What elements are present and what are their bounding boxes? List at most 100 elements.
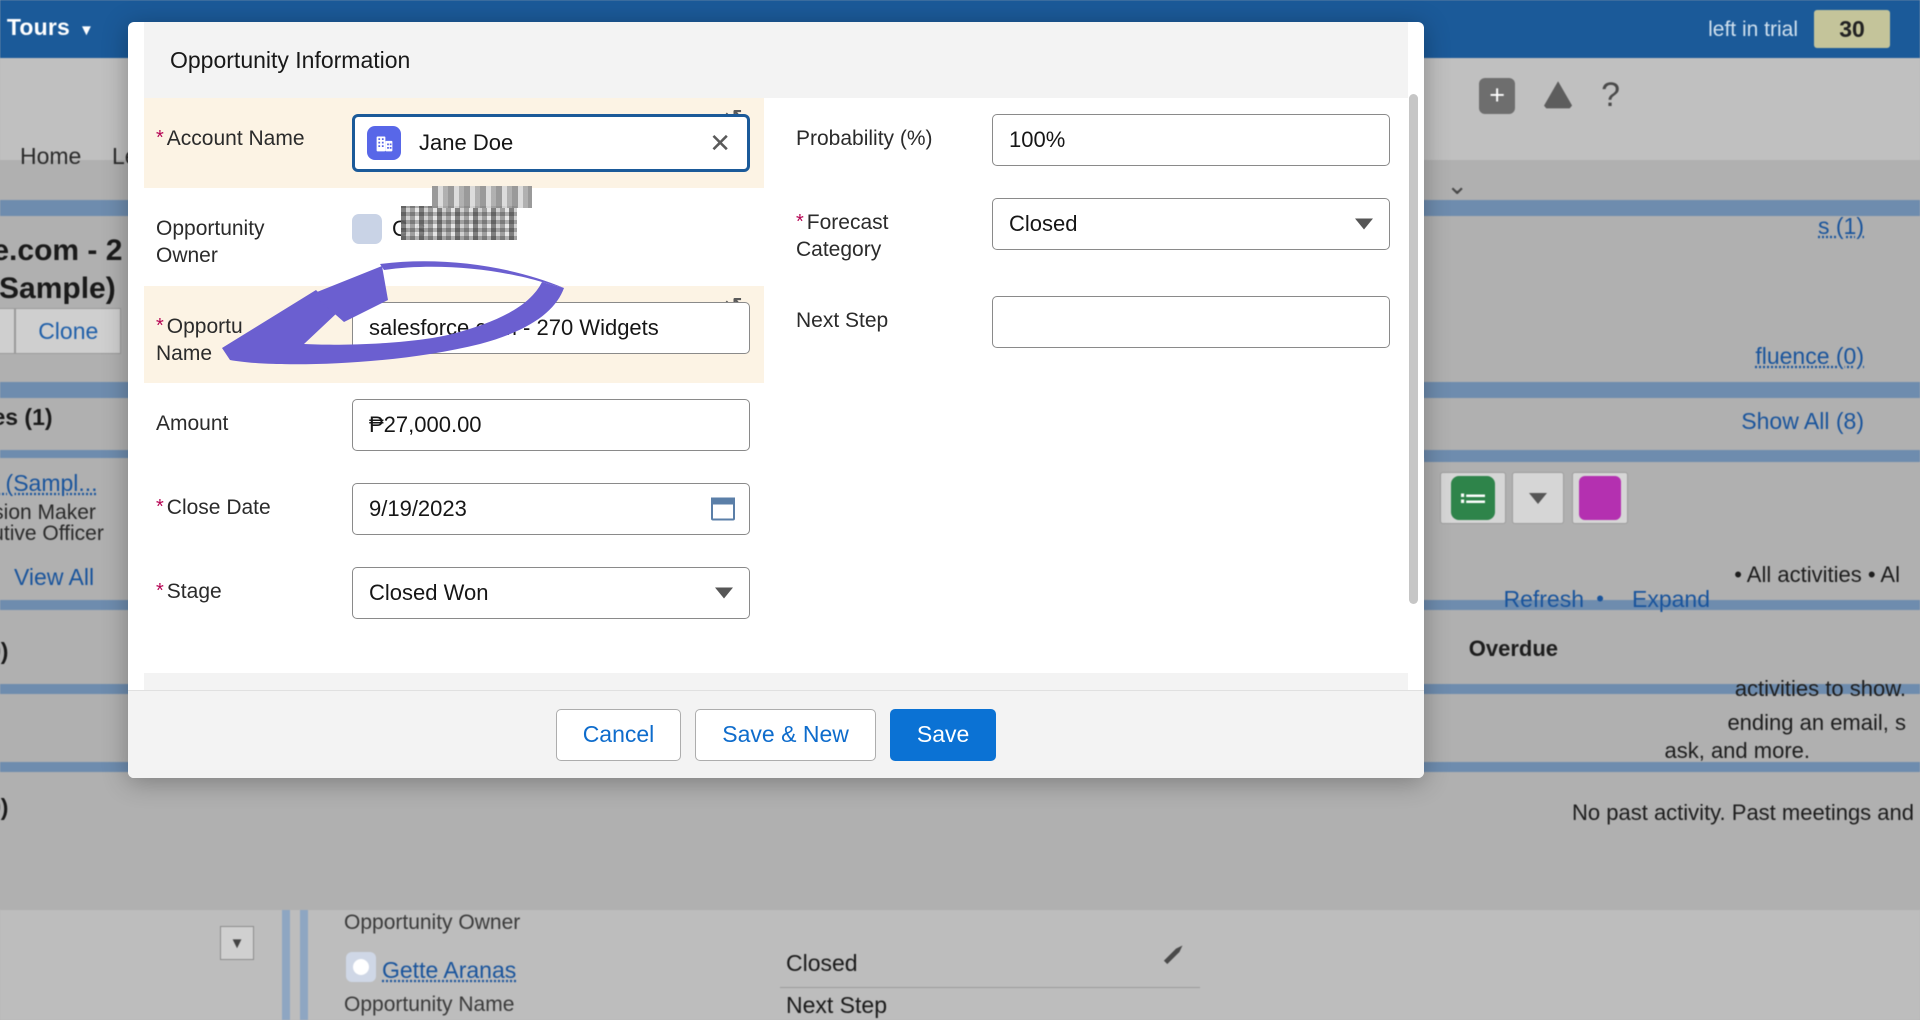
show-all-link[interactable]: Show All (8) [1741, 408, 1864, 435]
field-stage: * Stage Closed Won [144, 551, 764, 635]
calendar-icon[interactable] [711, 497, 735, 521]
form-left-column: ↺ *Account Name [144, 98, 764, 635]
stage-value: Closed Won [369, 580, 489, 606]
activity-filters-text: • All activities • Al [1734, 562, 1900, 587]
amount-value: ₱27,000.00 [369, 412, 482, 438]
probability-value: 100% [1009, 127, 1066, 152]
cancel-button[interactable]: Cancel [555, 708, 682, 761]
opportunity-owner-name[interactable]: G s [392, 186, 532, 242]
refresh-link[interactable]: Refresh [1503, 586, 1584, 613]
column-separator-1 [282, 910, 290, 1020]
related-list-link-2[interactable]: fluence (0) [1755, 343, 1864, 370]
field-probability: Probability (%) 100% [784, 98, 1404, 182]
opportunity-name-value: salesforce.com - 270 Widgets [369, 314, 659, 340]
record-action-buttons: te Clone [0, 308, 122, 354]
chevron-down-icon [715, 587, 733, 599]
task-list-icon [1451, 476, 1495, 520]
required-indicator: * [156, 314, 164, 337]
view-all-link[interactable]: View All [14, 564, 94, 591]
forecast-category-select[interactable]: Closed [992, 198, 1390, 250]
log-call-icon [1579, 476, 1621, 520]
save-button[interactable]: Save [889, 708, 997, 761]
trailhead-icon[interactable] [1542, 81, 1574, 109]
astro-avatar-icon [352, 214, 382, 244]
close-date-value: 9/19/2023 [369, 496, 467, 522]
field-opportunity-owner: Opportunity Owner G s [144, 186, 764, 286]
edit-opportunity-modal: Opportunity Information ↺ *Account Name [128, 22, 1424, 778]
field-close-date: * Close Date 9/19/2023 [144, 467, 764, 551]
next-step-input[interactable] [992, 295, 1390, 348]
opportunity-name-input[interactable]: salesforce.com - 270 Widgets [352, 301, 750, 354]
amount-input[interactable]: ₱27,000.00 [352, 399, 750, 452]
empty-state-line-3: ask, and more. [1664, 738, 1810, 763]
close-icon[interactable]: ✕ [709, 130, 731, 156]
related-list-link-1[interactable]: s (1) [1818, 213, 1864, 240]
astro-avatar-icon [346, 952, 376, 982]
past-activity-text: No past activity. Past meetings and [1572, 800, 1914, 825]
field-label-next-step: Next Step [796, 308, 889, 332]
redaction-overlay [401, 206, 517, 240]
nav-item-home[interactable]: Home [20, 143, 81, 170]
delete-button[interactable]: te [0, 308, 16, 354]
opportunity-owner-value-row: G s [352, 186, 750, 244]
app-name-text: d Tours [0, 14, 71, 40]
section-count-3: 0) [0, 794, 9, 820]
field-account-name: ↺ *Account Name [144, 98, 764, 188]
close-date-input[interactable]: 9/19/2023 [352, 483, 750, 536]
field-label-opportunity-owner: Opportunity Owner [156, 217, 265, 268]
required-indicator: * [156, 580, 164, 603]
activity-panel-divider [1424, 450, 1920, 462]
bottom-owner-label: Opportunity Owner [344, 910, 521, 934]
save-and-new-button[interactable]: Save & New [695, 708, 876, 761]
redaction-overlay-secondary [432, 186, 532, 208]
app-launcher-label[interactable]: d Tours ▼ [0, 14, 94, 41]
chevron-down-icon [1355, 218, 1373, 230]
field-label-amount: Amount [156, 412, 229, 436]
probability-input[interactable]: 100% [992, 114, 1390, 166]
form-right-column: Probability (%) 100% * Forecast Category … [784, 98, 1404, 635]
field-opportunity-name: ↺ *Opportu Name salesforce.com - 270 Wid… [144, 285, 764, 384]
bottom-dropdown-button[interactable]: ▼ [220, 926, 254, 960]
help-icon[interactable]: ? [1601, 76, 1620, 115]
bottom-field-underline [780, 987, 1200, 988]
trial-status-text: left in trial [1708, 18, 1798, 41]
chevron-down-icon[interactable]: ⌄ [1446, 170, 1468, 201]
separator-dot: • [1596, 586, 1604, 611]
required-indicator: * [796, 211, 804, 233]
empty-state-line-1: activities to show. [1734, 676, 1906, 701]
trial-days-badge: 30 [1814, 10, 1890, 48]
bottom-owner-name[interactable]: Gette Aranas [382, 957, 516, 984]
chevron-down-icon [1529, 492, 1547, 504]
field-label-probability: Probability (%) [796, 127, 933, 150]
modal-scroll-area: Opportunity Information ↺ *Account Name [128, 22, 1424, 690]
log-call-button[interactable] [1572, 472, 1628, 524]
modal-footer: Cancel Save & New Save [128, 690, 1424, 778]
empty-state-line-2: ending an email, s [1727, 710, 1906, 735]
stage-select[interactable]: Closed Won [352, 567, 750, 620]
required-indicator: * [156, 496, 164, 519]
account-name-lookup-input[interactable]: Jane Doe ✕ [352, 114, 750, 172]
bottom-name-label: Opportunity Name [344, 992, 515, 1016]
clone-button[interactable]: Clone [15, 308, 122, 354]
activity-more-dropdown[interactable] [1512, 472, 1564, 524]
opportunity-information-grid: ↺ *Account Name [128, 98, 1424, 635]
field-label-close-date: * Close Date [156, 496, 271, 520]
bottom-forecast-value: Closed [786, 950, 858, 977]
record-title: rce.com - 2 s (Sample) [0, 234, 123, 305]
field-label-stage: * Stage [156, 580, 222, 604]
modal-scrollbar[interactable] [1409, 94, 1418, 604]
account-building-icon [367, 126, 401, 160]
overdue-header: Overdue [1468, 636, 1558, 661]
section-title: Opportunity Information [170, 46, 411, 73]
field-amount: Amount ₱27,000.00 [144, 383, 764, 467]
required-indicator: * [156, 127, 164, 149]
contact-link[interactable]: off (Sampl... [0, 470, 98, 497]
new-task-button[interactable] [1440, 472, 1506, 524]
bottom-next-step-label: Next Step [786, 992, 887, 1019]
chevron-down-icon: ▼ [79, 22, 95, 39]
contact-role-2: ecutive Officer [0, 522, 104, 545]
forecast-category-value: Closed [1009, 211, 1078, 236]
plus-icon[interactable]: + [1479, 77, 1516, 114]
account-name-value: Jane Doe [419, 130, 514, 155]
expand-link[interactable]: Expand [1632, 586, 1710, 613]
